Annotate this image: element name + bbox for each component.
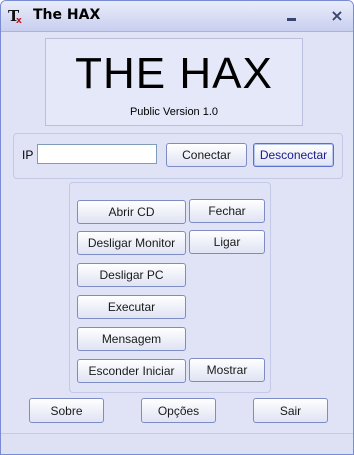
logo-title: THE HAX — [75, 49, 273, 98]
exit-button[interactable]: Sair — [253, 398, 328, 423]
open-cd-button[interactable]: Abrir CD — [77, 200, 186, 224]
hide-start-button[interactable]: Esconder Iniciar — [77, 359, 186, 383]
execute-button[interactable]: Executar — [77, 295, 186, 319]
close-button[interactable]: × — [327, 6, 347, 26]
close-icon: × — [330, 6, 344, 25]
client-area: THE HAX Public Version 1.0 IP Conectar D… — [1, 32, 353, 454]
connect-button[interactable]: Conectar — [166, 143, 247, 167]
status-bar — [1, 433, 353, 454]
options-button[interactable]: Opções — [141, 398, 216, 423]
app-window: T x The HAX × THE HAX Public Version 1.0… — [0, 0, 354, 455]
title-bar[interactable]: T x The HAX × — [1, 1, 353, 32]
about-button[interactable]: Sobre — [29, 398, 104, 423]
shutdown-pc-button[interactable]: Desligar PC — [77, 263, 186, 287]
message-button[interactable]: Mensagem — [77, 327, 186, 351]
minimize-button[interactable] — [283, 6, 303, 26]
svg-text:x: x — [16, 16, 22, 25]
disconnect-button[interactable]: Desconectar — [253, 143, 334, 167]
logo-panel: THE HAX Public Version 1.0 — [45, 38, 303, 126]
logo-subtitle: Public Version 1.0 — [129, 106, 219, 118]
close-cd-button[interactable]: Fechar — [189, 199, 265, 223]
commands-group: Abrir CD Fechar Desligar Monitor Ligar D… — [69, 182, 271, 393]
monitor-on-button[interactable]: Ligar — [189, 230, 265, 254]
show-start-button[interactable]: Mostrar — [189, 358, 265, 382]
window-title: The HAX — [33, 7, 101, 23]
ip-input[interactable] — [37, 144, 157, 164]
ip-label: IP — [22, 148, 34, 162]
minimize-icon — [287, 18, 296, 21]
monitor-off-button[interactable]: Desligar Monitor — [77, 231, 186, 255]
connection-group: IP Conectar Desconectar — [13, 133, 343, 179]
app-icon: T x — [8, 7, 22, 25]
